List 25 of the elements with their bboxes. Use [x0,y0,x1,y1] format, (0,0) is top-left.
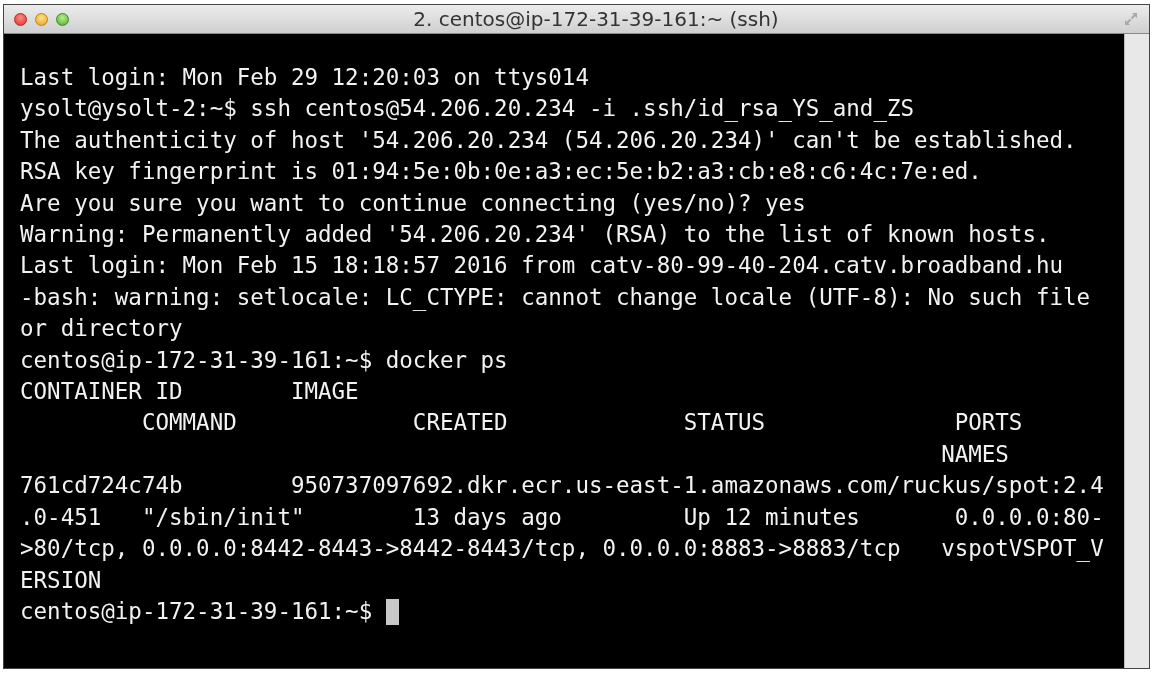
terminal-line: ERSION [20,565,102,595]
terminal-line: Last login: Mon Feb 29 12:20:03 on ttys014 [20,63,589,92]
scrollbar-track[interactable] [1124,34,1149,668]
terminal-line: -bash: warning: setlocale: LC_CTYPE: cannot change locale (UTF-8): No such file [20,282,1091,313]
fullscreen-icon[interactable] [1123,11,1139,27]
terminal-line: centos@ip-172-31-39-161:~$ docker ps [20,345,508,375]
terminal-line: NAMES [940,439,1009,469]
terminal-line: The authenticity of host '54.206.20.234 (54.206.20.234)' can't be established. [20,125,1077,155]
terminal-line: or directory [20,314,183,344]
terminal-line: .0-451 "/sbin/init" 13 days ago Up 12 minutes 0.0.0.0:80- [20,502,1104,532]
cursor-icon [386,598,400,625]
terminal-line: Last login: Mon Feb 15 18:18:57 2016 from catv-80-99-40-204.catv.broadband.hu [20,251,1064,281]
terminal-line: 761cd724c74b 950737097692.dkr.ecr.us-east-1.amazonaws.com/ruckus/spot:2.4 [20,471,1104,501]
terminal-line: CONTAINER ID IMAGE [20,377,359,407]
zoom-button[interactable] [56,12,69,26]
terminal-line: Warning: Permanently added '54.206.20.234' (RSA) to the list of known hosts. [20,220,1050,250]
window-title: 2. centos@ip-172-31-39-161:~ (ssh) [412,7,780,31]
terminal-line: ysolt@ysolt-2:~$ ssh centos@54.206.20.234 -i .ssh/id_rsa_YS_and_ZS [20,94,915,124]
terminal-line: >80/tcp, 0.0.0.0:8442-8443->8442-8443/tcp, 0.0.0.0:8883->8883/tcp vspotVSPOT_V [20,534,1104,564]
terminal-line: COMMAND CREATED STATUS PORTS [140,408,1023,438]
terminal-line: RSA key fingerprint is 01:94:5e:0b:0e:a3:ec:5e:b2:a3:cb:e8:c6:4c:7e:ed. [20,157,982,187]
terminal-line: centos@ip-172-31-39-161:~$ [20,596,373,626]
close-button[interactable] [14,12,27,26]
minimize-button[interactable] [35,12,48,26]
terminal-line: Are you sure you want to continue connecting (yes/no)? yes [20,188,806,218]
